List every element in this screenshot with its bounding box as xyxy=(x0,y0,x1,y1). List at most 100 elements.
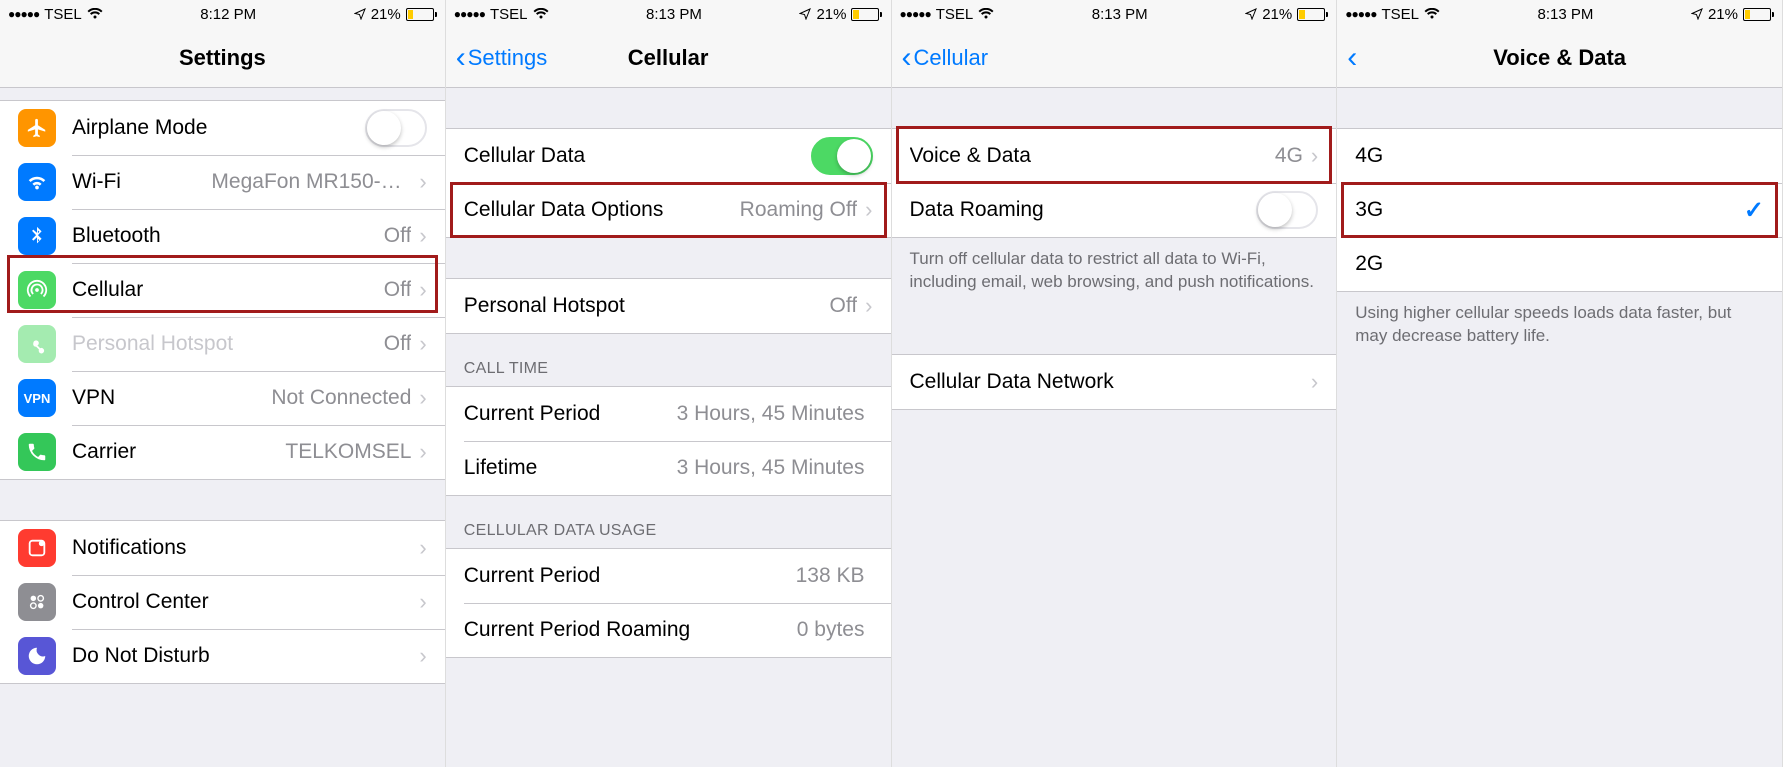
battery-icon xyxy=(1297,8,1328,21)
data-roaming-row[interactable]: Data Roaming xyxy=(892,183,1337,237)
dnd-row[interactable]: Do Not Disturb › xyxy=(0,629,445,683)
chevron-right-icon: › xyxy=(419,279,426,301)
chevron-right-icon: › xyxy=(419,387,426,409)
call-time-header: CALL TIME xyxy=(446,334,891,386)
usage-roaming-row: Current Period Roaming 0 bytes xyxy=(446,603,891,657)
option-4g-label: 4G xyxy=(1355,144,1764,168)
cellular-value: Off xyxy=(384,278,412,302)
hotspot-icon xyxy=(18,325,56,363)
phone-icon xyxy=(18,433,56,471)
airplane-toggle[interactable] xyxy=(365,109,427,147)
current-period-row: Current Period 3 Hours, 45 Minutes xyxy=(446,387,891,441)
wifi-row-icon xyxy=(18,163,56,201)
status-bar: ●●●●● TSEL 8:13 PM 21% xyxy=(446,0,891,28)
chevron-right-icon: › xyxy=(419,645,426,667)
wifi-value: MegaFon MR150-3-A... xyxy=(211,170,411,194)
page-title: Cellular xyxy=(628,45,709,71)
hotspot-value: Off xyxy=(384,332,412,356)
usage-cp-value: 138 KB xyxy=(796,564,865,588)
hotspot-label: Personal Hotspot xyxy=(464,294,830,318)
chevron-right-icon: › xyxy=(1311,145,1318,167)
cellular-row[interactable]: Cellular Off › xyxy=(0,263,445,317)
control-center-row[interactable]: Control Center › xyxy=(0,575,445,629)
cellular-icon xyxy=(18,271,56,309)
cellular-data-row[interactable]: Cellular Data xyxy=(446,129,891,183)
control-center-label: Control Center xyxy=(72,590,419,614)
cellular-data-network-row[interactable]: Cellular Data Network › xyxy=(892,355,1337,409)
wifi-row[interactable]: Wi-Fi MegaFon MR150-3-A... › xyxy=(0,155,445,209)
battery-pct: 21% xyxy=(371,6,401,23)
vpn-label: VPN xyxy=(72,386,271,410)
nav-bar: ‹ Settings Cellular xyxy=(446,28,891,88)
chevron-right-icon: › xyxy=(419,171,426,193)
voice-data-value: 4G xyxy=(1275,144,1303,168)
personal-hotspot-row[interactable]: Personal Hotspot Off › xyxy=(446,279,891,333)
bluetooth-value: Off xyxy=(384,224,412,248)
vpn-icon: VPN xyxy=(18,379,56,417)
cdo-value: Roaming Off xyxy=(740,198,858,222)
status-bar: ●●●●● TSEL 8:13 PM 21% xyxy=(892,0,1337,28)
signal-dots-icon: ●●●●● xyxy=(900,7,931,21)
battery-pct: 21% xyxy=(1708,6,1738,23)
notifications-label: Notifications xyxy=(72,536,419,560)
cellular-data-toggle[interactable] xyxy=(811,137,873,175)
bluetooth-label: Bluetooth xyxy=(72,224,384,248)
carrier-row[interactable]: Carrier TELKOMSEL › xyxy=(0,425,445,479)
chevron-right-icon: › xyxy=(1311,371,1318,393)
carrier-label: TSEL xyxy=(936,6,974,23)
vpn-row[interactable]: VPN VPN Not Connected › xyxy=(0,371,445,425)
notifications-icon xyxy=(18,529,56,567)
cellular-data-options-row[interactable]: Cellular Data Options Roaming Off › xyxy=(446,183,891,237)
bluetooth-row[interactable]: Bluetooth Off › xyxy=(0,209,445,263)
roaming-toggle[interactable] xyxy=(1256,191,1318,229)
back-label: Cellular xyxy=(914,45,989,71)
airplane-mode-row[interactable]: Airplane Mode xyxy=(0,101,445,155)
option-3g-label: 3G xyxy=(1355,198,1744,222)
airplane-label: Airplane Mode xyxy=(72,116,365,140)
signal-dots-icon: ●●●●● xyxy=(1345,7,1376,21)
location-icon xyxy=(1245,8,1257,20)
cdn-label: Cellular Data Network xyxy=(910,370,1311,394)
usage-current-row: Current Period 138 KB xyxy=(446,549,891,603)
voice-data-screen: ●●●●● TSEL 8:13 PM 21% ‹ Voice & Data 4G… xyxy=(1337,0,1783,767)
option-4g-row[interactable]: 4G xyxy=(1337,129,1782,183)
option-3g-row[interactable]: 3G ✓ xyxy=(1337,183,1782,237)
battery-pct: 21% xyxy=(816,6,846,23)
voice-data-label: Voice & Data xyxy=(910,144,1275,168)
option-2g-label: 2G xyxy=(1355,252,1764,276)
cp-label: Current Period xyxy=(464,402,677,426)
bluetooth-icon xyxy=(18,217,56,255)
nav-bar: ‹ Voice & Data xyxy=(1337,28,1782,88)
hotspot-row[interactable]: Personal Hotspot Off › xyxy=(0,317,445,371)
usage-cp-label: Current Period xyxy=(464,564,796,588)
battery-icon xyxy=(406,8,437,21)
usage-roam-label: Current Period Roaming xyxy=(464,618,797,642)
carrier-label: TSEL xyxy=(490,6,528,23)
wifi-icon xyxy=(1424,8,1440,20)
carrier-label: TSEL xyxy=(44,6,82,23)
notifications-row[interactable]: Notifications › xyxy=(0,521,445,575)
footer-text: Using higher cellular speeds loads data … xyxy=(1337,292,1782,358)
clock: 8:13 PM xyxy=(646,6,702,23)
option-2g-row[interactable]: 2G xyxy=(1337,237,1782,291)
settings-screen: ●●●●● TSEL 8:12 PM 21% Settings Airplane… xyxy=(0,0,446,767)
clock: 8:13 PM xyxy=(1538,6,1594,23)
chevron-left-icon: ‹ xyxy=(1347,43,1357,73)
location-icon xyxy=(354,8,366,20)
nav-bar: ‹ Cellular xyxy=(892,28,1337,88)
back-button[interactable]: ‹ xyxy=(1347,43,1359,73)
clock: 8:13 PM xyxy=(1092,6,1148,23)
cp-value: 3 Hours, 45 Minutes xyxy=(677,402,865,426)
back-button[interactable]: ‹ Settings xyxy=(456,43,548,73)
lifetime-label: Lifetime xyxy=(464,456,677,480)
nav-bar: Settings xyxy=(0,28,445,88)
airplane-icon xyxy=(18,109,56,147)
battery-pct: 21% xyxy=(1262,6,1292,23)
page-title: Voice & Data xyxy=(1493,45,1626,71)
hotspot-label: Personal Hotspot xyxy=(72,332,384,356)
cdo-label: Cellular Data Options xyxy=(464,198,740,222)
voice-data-row[interactable]: Voice & Data 4G › xyxy=(892,129,1337,183)
carrier-value: TELKOMSEL xyxy=(285,440,411,464)
back-button[interactable]: ‹ Cellular xyxy=(902,43,989,73)
carrier-label: Carrier xyxy=(72,440,285,464)
